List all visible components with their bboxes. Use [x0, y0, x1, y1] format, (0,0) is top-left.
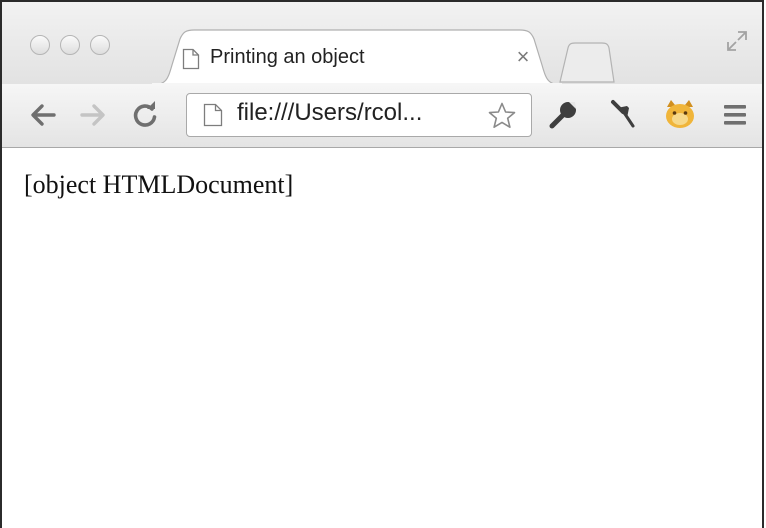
- fullscreen-icon[interactable]: [724, 28, 750, 59]
- window-zoom-button[interactable]: [90, 35, 110, 55]
- new-tab-button[interactable]: [558, 40, 616, 89]
- wrench-icon[interactable]: [548, 98, 580, 135]
- page-icon: [203, 103, 223, 132]
- tab-strip: Printing an object ×: [2, 2, 762, 85]
- window-minimize-button[interactable]: [60, 35, 80, 55]
- menu-icon[interactable]: [722, 102, 748, 133]
- page-content: [object HTMLDocument]: [2, 148, 762, 528]
- bookmark-star-icon[interactable]: [487, 101, 517, 136]
- browser-toolbar: file:///Users/rcol...: [2, 84, 762, 148]
- tab-title: Printing an object: [210, 46, 365, 68]
- page-body-text: [object HTMLDocument]: [24, 170, 294, 199]
- address-bar[interactable]: file:///Users/rcol...: [186, 93, 532, 137]
- pin-icon[interactable]: [606, 99, 636, 134]
- extension-cat-icon[interactable]: [664, 98, 696, 135]
- back-arrow-icon[interactable]: [28, 100, 58, 135]
- tab-close-icon[interactable]: ×: [512, 44, 534, 70]
- browser-window: Printing an object × file:///Users/rcol.…: [0, 0, 764, 528]
- forward-arrow-icon[interactable]: [78, 100, 108, 135]
- tab-active[interactable]: Printing an object ×: [152, 29, 562, 85]
- page-icon: [182, 48, 200, 75]
- url-text[interactable]: file:///Users/rcol...: [237, 99, 422, 127]
- reload-icon[interactable]: [130, 100, 160, 135]
- window-close-button[interactable]: [30, 35, 50, 55]
